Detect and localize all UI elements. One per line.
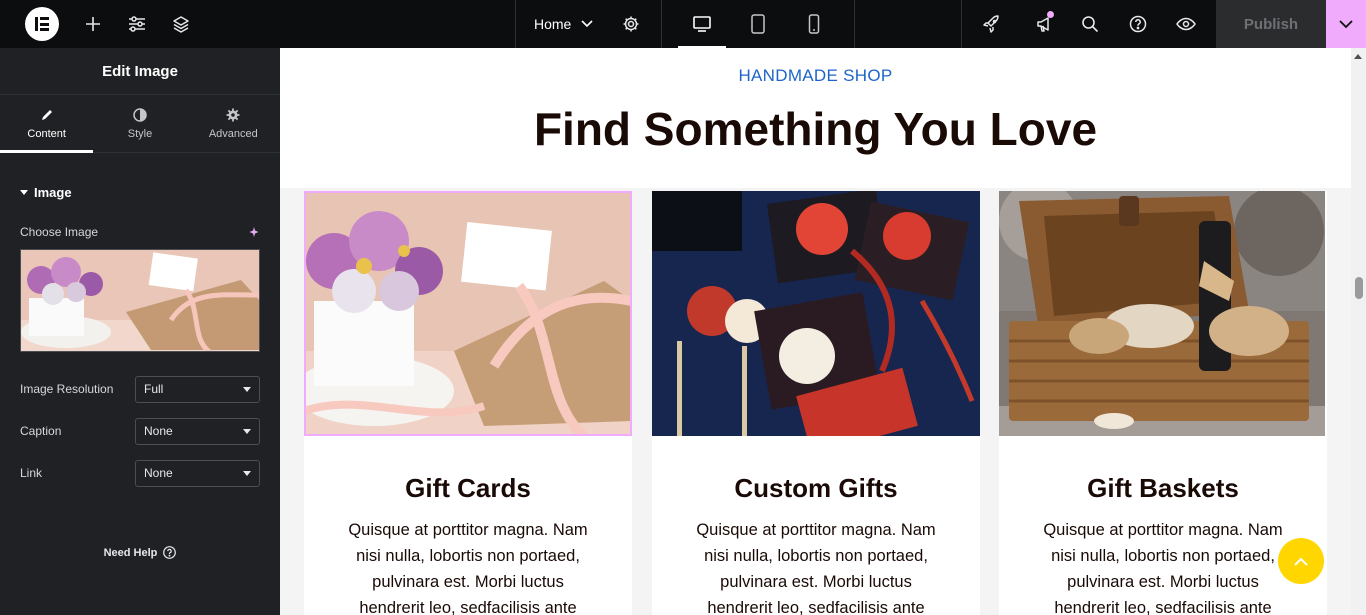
image-resolution-select[interactable]: Full [135,375,260,403]
notification-dot [1047,11,1054,18]
link-select[interactable]: None [135,459,260,487]
desktop-device-button[interactable] [674,0,730,48]
preview-scrollbar[interactable] [1351,48,1366,615]
link-row: Link None [0,452,280,494]
panel-tabs: Content Style Advanced [0,95,280,153]
scrollbar-thumb[interactable] [1355,277,1363,299]
card-text: Quisque at porttitor magna. Nam nisi nul… [348,521,588,615]
card-image-custom[interactable] [652,191,980,436]
ai-sparkle-icon[interactable] [248,226,260,238]
select-value: None [144,466,173,480]
choose-image-label: Choose Image [20,225,99,239]
field-label: Image Resolution [20,382,114,396]
card-title: Gift Cards [405,473,531,503]
need-help-link[interactable]: Need Help [0,546,280,559]
search-icon[interactable] [1066,0,1114,48]
caption-select[interactable]: None [135,417,260,445]
chevron-up-icon [1294,557,1308,566]
card-title: Custom Gifts [734,473,898,503]
publish-options-button[interactable] [1326,0,1366,48]
help-icon[interactable] [1114,0,1162,48]
caret-down-icon [243,470,251,476]
need-help-label: Need Help [103,546,158,559]
topbar-left [0,0,515,48]
tab-advanced[interactable]: Advanced [187,95,280,152]
pencil-icon [41,109,52,120]
gear-icon[interactable] [611,0,651,48]
section-title: Image [34,184,72,200]
tab-label: Content [27,127,66,140]
divider [661,0,663,48]
shop-eyebrow: HANDMADE SHOP [738,66,893,85]
image-resolution-row: Image Resolution Full [0,368,280,410]
topbar-center: Home [516,0,856,48]
divider [854,0,856,48]
caret-down-icon [243,428,251,434]
chevron-down-icon [1339,19,1353,28]
card-text: Quisque at porttitor magna. Nam nisi nul… [1043,521,1283,615]
back-to-top-button[interactable] [1278,538,1324,584]
caret-down-icon [20,189,28,195]
desktop-icon [693,16,712,32]
plus-icon[interactable] [71,0,115,48]
megaphone-icon[interactable] [1022,0,1066,48]
card-image-gift[interactable] [304,191,632,436]
tablet-device-button[interactable] [730,0,786,48]
field-label: Caption [20,424,62,438]
tab-label: Style [127,127,153,140]
chevron-down-icon [581,20,593,28]
card-gift-baskets: Gift Baskets Quisque at porttitor magna.… [999,191,1327,615]
image-picker-preview[interactable] [20,249,260,352]
layers-icon[interactable] [159,0,203,48]
section-toggle-image[interactable]: Image [0,153,280,231]
tab-content[interactable]: Content [0,95,94,153]
sliders-icon[interactable] [115,0,159,48]
scroll-up-arrow-icon[interactable] [1354,54,1362,59]
tab-style[interactable]: Style [93,95,186,152]
card-title: Gift Baskets [1087,473,1239,503]
mobile-icon [809,14,820,34]
rocket-icon[interactable] [962,0,1022,48]
gear-icon [226,108,240,121]
tablet-icon [751,14,766,34]
panel-title: Edit Image [0,48,280,95]
page-preview: HANDMADE SHOP Find Something You Love Gi… [280,48,1366,615]
topbar-right: Publish [961,0,1366,48]
editor-topbar: Home Publish [0,0,1366,48]
help-icon [163,546,177,559]
page-selector[interactable]: Home [516,0,611,48]
caption-row: Caption None [0,410,280,452]
card-custom-gifts: Custom Gifts Quisque at porttitor magna.… [652,191,980,615]
choose-image-row: Choose Image [0,225,280,239]
select-value: Full [144,382,164,396]
editor-panel: Edit Image Content Style Advanced Image … [0,48,280,615]
caret-down-icon [243,386,251,392]
tab-label: Advanced [208,127,258,140]
publish-button[interactable]: Publish [1216,0,1326,48]
eye-icon[interactable] [1162,0,1210,48]
page-headline: Find Something You Love [533,103,1098,155]
field-label: Link [20,466,43,480]
page-name: Home [534,16,572,32]
card-gift-cards: Gift Cards Quisque at porttitor magna. N… [304,191,632,615]
mobile-device-button[interactable] [786,0,842,48]
select-value: None [144,424,173,438]
elementor-logo-icon[interactable] [25,7,59,41]
contrast-icon [133,107,147,122]
card-text: Quisque at porttitor magna. Nam nisi nul… [696,521,936,615]
card-image-baskets[interactable] [999,191,1327,436]
